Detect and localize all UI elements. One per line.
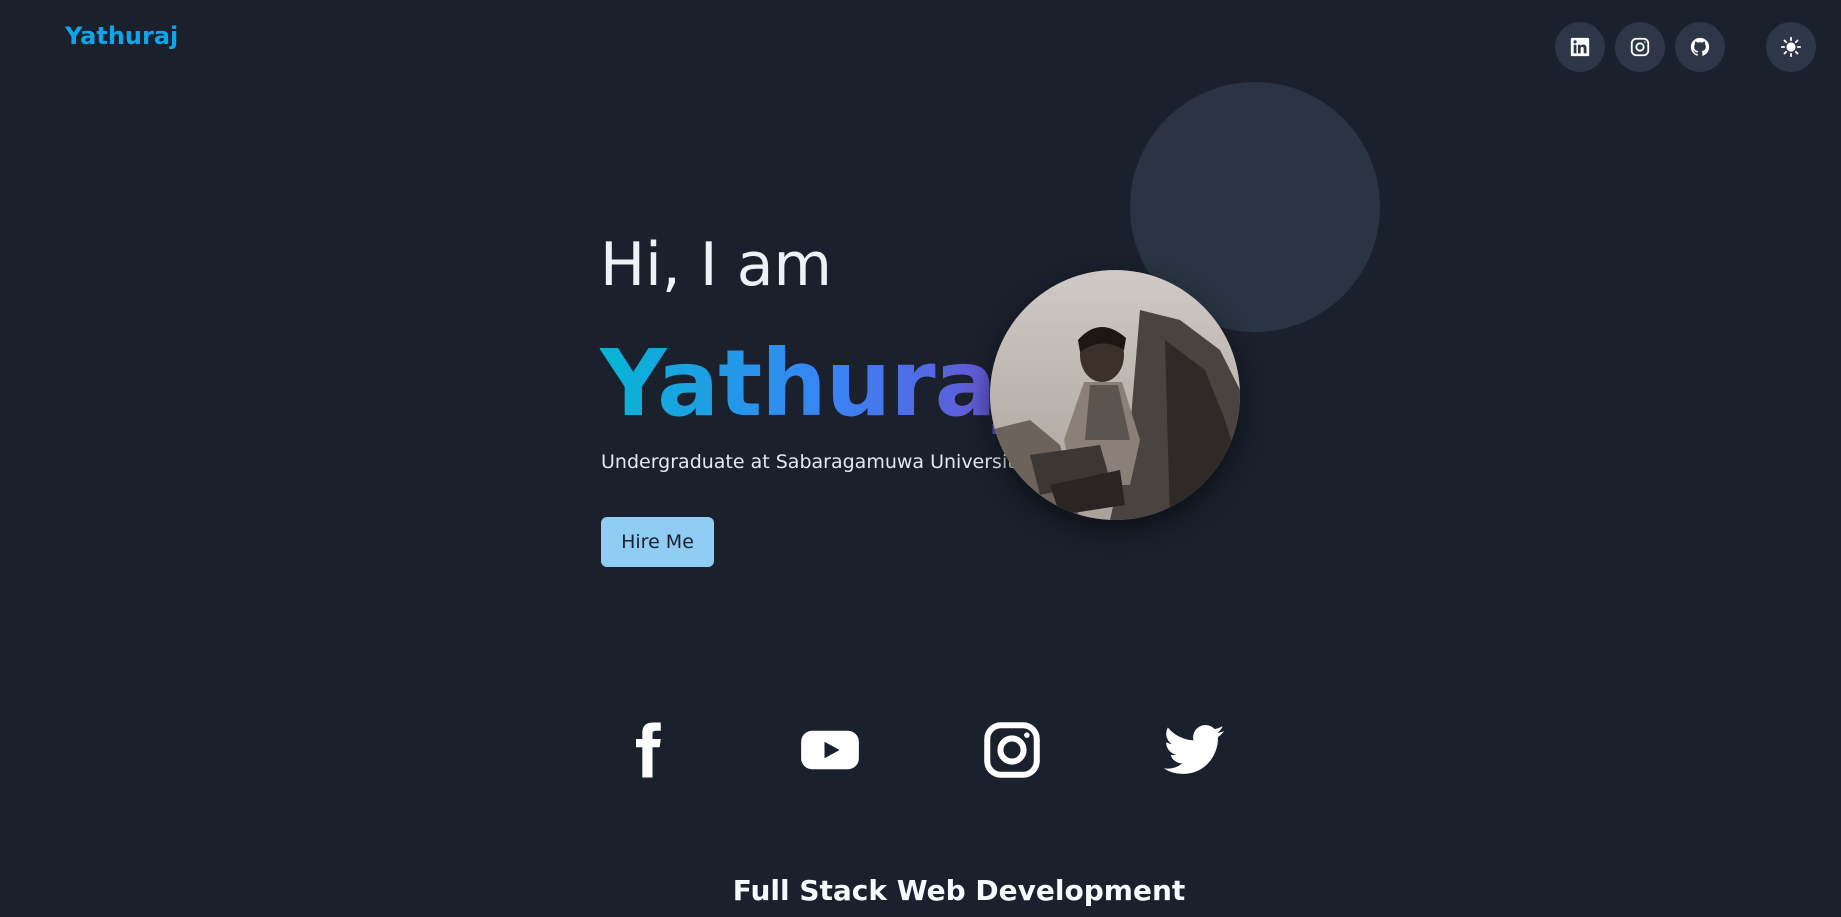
hero-greeting: Hi, I am	[600, 230, 832, 300]
profile-photo	[990, 270, 1240, 520]
header-social-links	[1555, 22, 1725, 72]
hire-me-button[interactable]: Hire Me	[601, 517, 714, 567]
twitter-icon[interactable]	[1159, 715, 1229, 785]
sun-icon[interactable]	[1766, 22, 1816, 72]
page: Yathuraj Hi, I am Yathuraj Undergraduate…	[0, 0, 1841, 917]
logo[interactable]: Yathuraj	[65, 22, 178, 50]
hero-name: Yathuraj	[600, 330, 1027, 437]
instagram-icon[interactable]	[1615, 22, 1665, 72]
section-title: Full Stack Web Development	[732, 874, 1186, 907]
youtube-icon[interactable]	[795, 715, 865, 785]
linkedin-icon[interactable]	[1555, 22, 1605, 72]
github-icon[interactable]	[1675, 22, 1725, 72]
facebook-icon[interactable]	[612, 715, 682, 785]
instagram-icon[interactable]	[977, 715, 1047, 785]
hero-subtitle: Undergraduate at Sabaragamuwa University	[601, 451, 1026, 473]
